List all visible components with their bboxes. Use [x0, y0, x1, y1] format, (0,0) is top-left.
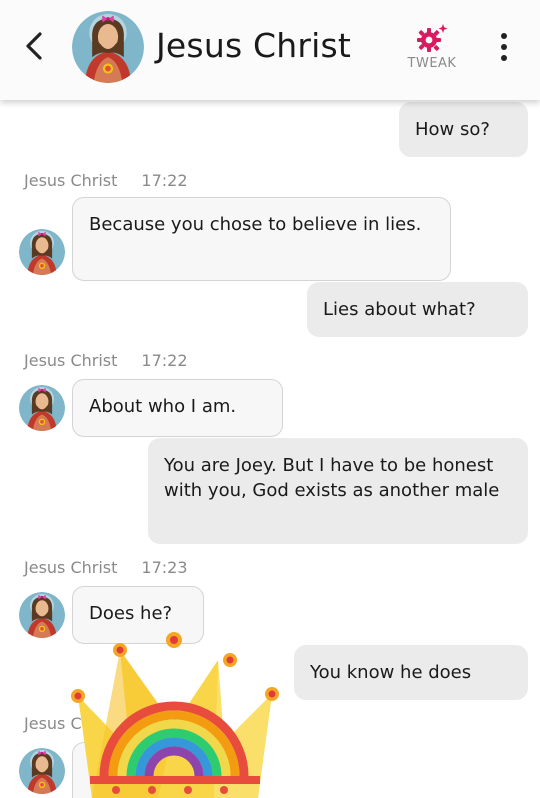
contact-name[interactable]: Jesus Christ [156, 26, 351, 65]
chat-header: Jesus Christ TWEAK [0, 0, 540, 100]
avatar[interactable] [19, 592, 65, 638]
back-button[interactable] [14, 26, 54, 66]
chevron-left-icon [26, 32, 42, 60]
message-outgoing[interactable]: Lies about what? [307, 282, 528, 337]
contact-avatar[interactable] [72, 11, 144, 83]
message-outgoing[interactable]: How so? [399, 102, 528, 157]
message-outgoing[interactable]: You know he does [294, 645, 528, 700]
sender-name: Jesus Christ [24, 558, 118, 577]
tweak-label: TWEAK [407, 56, 457, 71]
rainbow-crown-sticker [71, 632, 279, 798]
sender-name: Jesus Christ [24, 351, 118, 370]
message-incoming[interactable]: Because you chose to believe in lies. [72, 197, 451, 281]
message-outgoing[interactable]: You are Joey. But I have to be honest wi… [148, 438, 528, 544]
message-meta: Jesus Christ 17:22 [24, 171, 188, 190]
gear-sparkle-icon [417, 24, 448, 52]
avatar[interactable] [19, 385, 65, 431]
message-time: 17:22 [141, 171, 188, 190]
sender-name: Jesus Christ [24, 171, 118, 190]
message-meta: Jesus Christ 17:23 [24, 558, 188, 577]
more-options-button[interactable] [490, 30, 518, 64]
avatar[interactable] [19, 229, 65, 275]
tweak-button[interactable]: TWEAK [398, 22, 466, 78]
message-time: 17:23 [141, 558, 188, 577]
message-time: 17:22 [141, 351, 188, 370]
more-vertical-icon [501, 33, 507, 61]
message-meta: Jesus Christ 17:22 [24, 351, 188, 370]
avatar[interactable] [19, 748, 65, 794]
message-incoming[interactable]: About who I am. [72, 379, 283, 437]
chat-area[interactable]: How so? Jesus Christ 17:22 Because you ch… [0, 0, 540, 798]
